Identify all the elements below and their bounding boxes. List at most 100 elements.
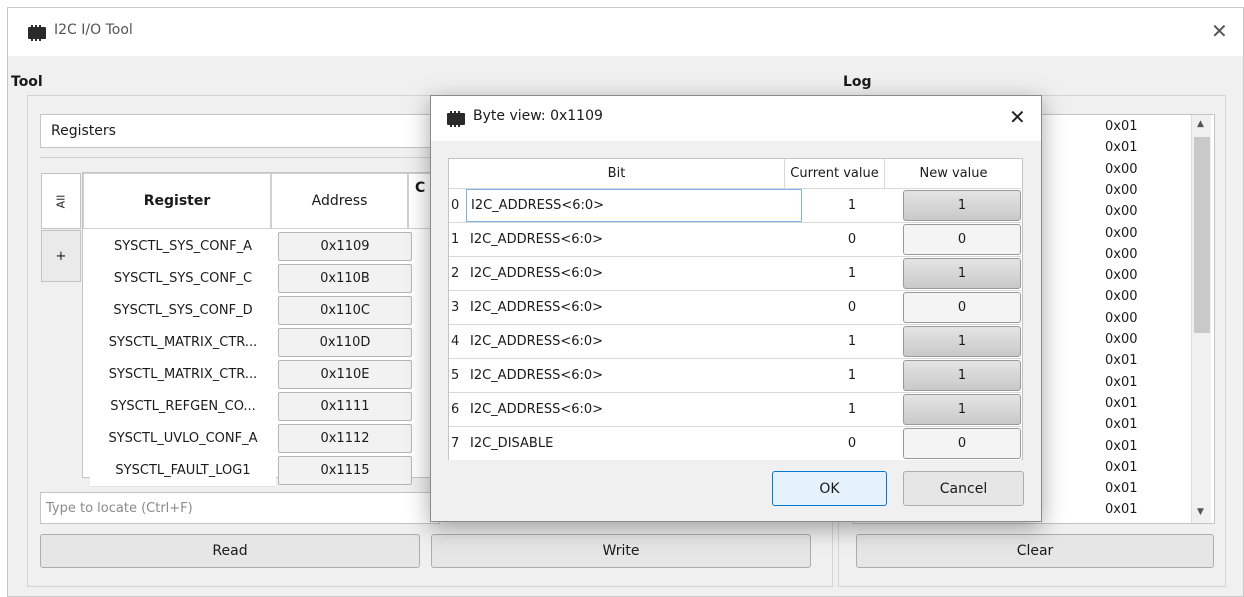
log-line: 0x01 (1105, 374, 1138, 390)
scrollbar-thumb[interactable] (1194, 137, 1210, 333)
bit-row: 0 I2C_ADDRESS<6:0> 1 1 (449, 188, 1021, 222)
app-chip-icon (28, 25, 46, 41)
log-line: 0x00 (1105, 204, 1138, 220)
new-value-toggle-button[interactable]: 0 (903, 292, 1021, 323)
register-name[interactable]: SYSCTL_REFGEN_CO... (90, 390, 276, 423)
bit-name-cell[interactable]: I2C_ADDRESS<6:0> (466, 291, 802, 324)
bit-name-cell[interactable]: I2C_ADDRESS<6:0> (466, 223, 802, 256)
window-title: I2C I/O Tool (54, 22, 133, 38)
search-placeholder: Type to locate (Ctrl+F) (46, 500, 193, 516)
bit-index: 4 (451, 334, 460, 349)
scroll-down-icon[interactable]: ▼ (1197, 507, 1204, 517)
search-input[interactable]: Type to locate (Ctrl+F) (40, 492, 440, 524)
new-value-toggle-button[interactable]: 0 (903, 428, 1021, 459)
column-header-current-value[interactable]: Current value (785, 159, 885, 188)
log-line: 0x01 (1105, 119, 1138, 134)
bit-row: 3 I2C_ADDRESS<6:0> 0 0 (449, 290, 1021, 324)
new-value-toggle-button[interactable]: 1 (903, 190, 1021, 221)
register-address-cell[interactable]: 0x110C (278, 296, 412, 325)
current-value-cell: 0 (847, 436, 857, 451)
bit-row: 4 I2C_ADDRESS<6:0> 1 1 (449, 324, 1021, 358)
bit-row: 7 I2C_DISABLE 0 0 (449, 426, 1021, 460)
log-group-label: Log (843, 74, 872, 90)
ok-button[interactable]: OK (772, 471, 887, 506)
new-value-toggle-button[interactable]: 1 (903, 394, 1021, 425)
register-name[interactable]: SYSCTL_UVLO_CONF_A (90, 422, 276, 455)
log-line: 0x00 (1105, 268, 1138, 284)
bit-index: 5 (451, 368, 460, 383)
add-icon: + (55, 248, 67, 264)
bit-row: 5 I2C_ADDRESS<6:0> 1 1 (449, 358, 1021, 392)
log-line: 0x00 (1105, 310, 1138, 326)
register-name[interactable]: SYSCTL_MATRIX_CTR... (90, 326, 276, 359)
log-line: 0x01 (1105, 438, 1138, 454)
log-line: 0x00 (1105, 332, 1138, 347)
clear-button[interactable]: Clear (856, 534, 1214, 568)
dialog-chip-icon (447, 111, 465, 127)
bit-name-cell[interactable]: I2C_ADDRESS<6:0> (466, 325, 802, 358)
read-button[interactable]: Read (40, 534, 420, 568)
register-address-cell[interactable]: 0x110B (278, 264, 412, 293)
scroll-up-icon[interactable]: ▲ (1197, 119, 1204, 129)
new-value-toggle-button[interactable]: 0 (903, 224, 1021, 255)
register-name[interactable]: SYSCTL_MATRIX_CTR... (90, 358, 276, 391)
log-line: 0x01 (1105, 481, 1138, 497)
divider (40, 157, 440, 158)
write-button[interactable]: Write (431, 534, 811, 568)
bit-index: 1 (451, 232, 460, 247)
log-line: 0x01 (1105, 140, 1138, 156)
bit-index: 2 (451, 266, 460, 281)
current-value-cell: 1 (847, 402, 857, 417)
log-line: 0x00 (1105, 246, 1138, 262)
register-address-cell[interactable]: 0x1109 (278, 232, 412, 261)
register-address-cell[interactable]: 0x1112 (278, 424, 412, 453)
column-header-bit[interactable]: Bit (449, 159, 785, 188)
column-header-address[interactable]: Address (271, 173, 408, 229)
dialog-title-bar: Byte view: 0x1109 ✕ (431, 96, 1041, 141)
column-header-register[interactable]: Register (83, 173, 271, 229)
bit-index: 6 (451, 402, 460, 417)
tab-add[interactable]: + (41, 230, 81, 282)
register-name[interactable]: SYSCTL_SYS_CONF_C (90, 262, 276, 295)
current-value-cell: 0 (847, 232, 857, 247)
bit-name-cell[interactable]: I2C_ADDRESS<6:0> (466, 257, 802, 290)
tab-all[interactable]: All (41, 173, 81, 229)
current-value-cell: 0 (847, 300, 857, 315)
register-address-cell[interactable]: 0x110E (278, 360, 412, 389)
register-address-cell[interactable]: 0x1115 (278, 456, 412, 485)
register-name[interactable]: SYSCTL_FAULT_LOG1 (90, 454, 276, 487)
bit-index: 0 (451, 198, 460, 213)
current-value-cell: 1 (847, 368, 857, 383)
log-line: 0x00 (1105, 225, 1138, 241)
title-bar: I2C I/O Tool ✕ (8, 8, 1243, 56)
bit-name-cell[interactable]: I2C_ADDRESS<6:0> (466, 359, 802, 392)
mode-select[interactable]: Registers (40, 114, 440, 148)
current-value-cell: 1 (847, 334, 857, 349)
bit-name-cell[interactable]: I2C_DISABLE (466, 427, 802, 460)
bit-index: 7 (451, 436, 460, 451)
log-line: 0x00 (1105, 289, 1138, 305)
column-header-new-value[interactable]: New value (885, 159, 1022, 188)
current-value-cell: 1 (847, 198, 857, 213)
register-address-cell[interactable]: 0x1111 (278, 392, 412, 421)
log-line: 0x01 (1105, 395, 1138, 411)
mode-select-value: Registers (51, 123, 116, 139)
cancel-button[interactable]: Cancel (903, 471, 1024, 506)
bit-index: 3 (451, 300, 460, 315)
register-name[interactable]: SYSCTL_SYS_CONF_D (90, 294, 276, 327)
log-scrollbar[interactable]: ▲ ▼ (1191, 115, 1211, 523)
new-value-toggle-button[interactable]: 1 (903, 326, 1021, 357)
bit-name-cell[interactable]: I2C_ADDRESS<6:0> (466, 393, 802, 426)
new-value-toggle-button[interactable]: 1 (903, 258, 1021, 289)
tab-all-label: All (54, 194, 68, 208)
log-line: 0x01 (1105, 417, 1138, 433)
log-line: 0x00 (1105, 182, 1138, 198)
window-close-icon[interactable]: ✕ (1211, 21, 1228, 41)
log-line: 0x01 (1105, 353, 1138, 369)
dialog-close-icon[interactable]: ✕ (1009, 107, 1026, 127)
register-name[interactable]: SYSCTL_SYS_CONF_A (90, 230, 276, 263)
new-value-toggle-button[interactable]: 1 (903, 360, 1021, 391)
register-address-cell[interactable]: 0x110D (278, 328, 412, 357)
dialog-title: Byte view: 0x1109 (473, 108, 603, 124)
bit-name-cell[interactable]: I2C_ADDRESS<6:0> (466, 189, 802, 222)
